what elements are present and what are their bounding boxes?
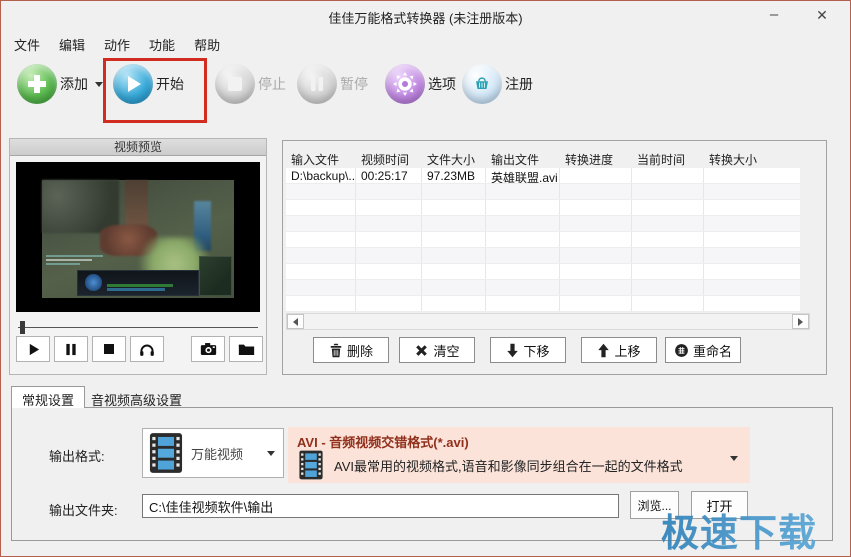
- menu-help[interactable]: 帮助: [191, 33, 223, 56]
- rename-label: 重命名: [692, 343, 732, 359]
- pause-label: 暂停: [340, 76, 368, 92]
- cell-progress: [560, 168, 632, 183]
- table-row[interactable]: D:\backup\... 00:25:17 97.23MB 英雄联盟.avi: [286, 168, 800, 184]
- empty-row: [286, 184, 800, 200]
- cell-output-file: 英雄联盟.avi: [486, 168, 560, 183]
- rename-button[interactable]: 重命名: [665, 337, 741, 363]
- basket-icon: [462, 64, 502, 104]
- game-frame: [42, 180, 234, 298]
- horizontal-scrollbar[interactable]: [286, 313, 810, 330]
- empty-row: [286, 200, 800, 216]
- format-category-dropdown[interactable]: 万能视频: [142, 428, 284, 478]
- output-folder-label: 输出文件夹:: [49, 503, 118, 518]
- preview-pause-button[interactable]: [54, 336, 88, 362]
- clear-label: 清空: [433, 343, 460, 359]
- add-button[interactable]: 添加: [17, 64, 103, 104]
- queue-table-body: D:\backup\... 00:25:17 97.23MB 英雄联盟.avi: [286, 168, 800, 312]
- empty-row: [286, 248, 800, 264]
- chevron-down-icon: [730, 456, 738, 461]
- menu-file[interactable]: 文件: [11, 33, 43, 56]
- register-button[interactable]: 注册: [462, 64, 533, 104]
- film-icon: [149, 433, 183, 473]
- menu-function[interactable]: 功能: [146, 33, 178, 56]
- options-button[interactable]: 选项: [385, 64, 456, 104]
- video-preview-title: 视频预览: [10, 139, 266, 156]
- chevron-down-icon: [267, 450, 275, 456]
- add-icon: [17, 64, 57, 104]
- format-category-value: 万能视频: [191, 446, 244, 462]
- preview-stop-button[interactable]: [92, 336, 126, 362]
- start-label: 开始: [156, 76, 184, 92]
- delete-button[interactable]: 删除: [313, 337, 389, 363]
- window-title: 佳佳万能格式转换器 (未注册版本): [328, 11, 523, 26]
- cell-converted-size: [704, 168, 800, 183]
- output-format-label: 输出格式:: [49, 449, 105, 464]
- menu-edit[interactable]: 编辑: [56, 33, 88, 56]
- minimize-icon[interactable]: –: [758, 3, 790, 27]
- format-detail-dropdown[interactable]: AVI - 音频视频交错格式(*.avi) AVI最常用的视频格式,语音和影像同…: [288, 427, 750, 483]
- minimap: [199, 255, 233, 296]
- video-preview-panel: 视频预览: [9, 138, 267, 375]
- move-down-label: 下移: [523, 343, 550, 359]
- app-window: 佳佳万能格式转换器 (未注册版本) – ✕ 文件 编辑 动作 功能 帮助 添加 …: [0, 0, 851, 557]
- browse-button[interactable]: 浏览...: [630, 491, 679, 519]
- stop-icon: [215, 64, 255, 104]
- rename-icon: [675, 343, 688, 357]
- stop-button[interactable]: 停止: [215, 64, 286, 104]
- move-down-button[interactable]: 下移: [490, 337, 566, 363]
- gear-icon: [385, 64, 425, 104]
- pause-icon: [297, 64, 337, 104]
- cell-input-file: D:\backup\...: [286, 168, 356, 183]
- empty-row: [286, 232, 800, 248]
- add-label: 添加: [60, 76, 88, 92]
- move-up-button[interactable]: 上移: [581, 337, 657, 363]
- x-icon: [416, 344, 428, 356]
- video-thumbnail: [16, 162, 260, 312]
- close-icon[interactable]: ✕: [806, 3, 838, 27]
- empty-row: [286, 264, 800, 280]
- format-title: AVI - 音频视频交错格式(*.avi): [297, 435, 469, 450]
- options-label: 选项: [428, 76, 456, 92]
- register-label: 注册: [505, 76, 533, 92]
- seek-slider[interactable]: [18, 321, 258, 334]
- conversion-queue-panel: 输入文件 视频时间 文件大小 输出文件 转换进度 当前时间 转换大小 D:\ba…: [282, 140, 827, 375]
- film-icon-small: [299, 450, 323, 480]
- audio-headphones-button[interactable]: [130, 336, 164, 362]
- menu-action[interactable]: 动作: [101, 33, 133, 56]
- empty-row: [286, 296, 800, 312]
- general-settings-panel: 输出格式: 万能视频 AVI - 音频视频交错格式(*.avi) AVI最常用的…: [11, 407, 833, 541]
- clear-button[interactable]: 清空: [399, 337, 475, 363]
- menu-bar: 文件 编辑 动作 功能 帮助: [11, 33, 223, 56]
- format-description: AVI最常用的视频格式,语音和影像同步组合在一起的文件格式: [334, 459, 683, 474]
- delete-label: 删除: [346, 343, 373, 359]
- trash-icon: [330, 343, 342, 357]
- scroll-right-icon[interactable]: [792, 314, 809, 329]
- seek-slider-thumb[interactable]: [20, 321, 25, 334]
- preview-play-button[interactable]: [16, 336, 50, 362]
- empty-row: [286, 280, 800, 296]
- tab-general-settings[interactable]: 常规设置: [11, 386, 86, 408]
- open-button[interactable]: 打开: [691, 491, 748, 519]
- start-button[interactable]: 开始: [113, 64, 184, 104]
- tab-advanced-settings[interactable]: 音视频高级设置: [81, 387, 192, 409]
- arrow-up-icon: [598, 343, 610, 357]
- snapshot-camera-button[interactable]: [191, 336, 225, 362]
- stop-label: 停止: [258, 76, 286, 92]
- title-bar: 佳佳万能格式转换器 (未注册版本) – ✕: [1, 1, 850, 31]
- play-icon: [113, 64, 153, 104]
- cell-current-time: [632, 168, 704, 183]
- open-folder-button[interactable]: [229, 336, 263, 362]
- arrow-down-icon: [507, 343, 519, 357]
- output-folder-input[interactable]: [142, 494, 619, 518]
- cell-duration: 00:25:17: [356, 168, 422, 183]
- move-up-label: 上移: [614, 343, 641, 359]
- empty-row: [286, 216, 800, 232]
- scroll-left-icon[interactable]: [287, 314, 304, 329]
- cell-file-size: 97.23MB: [422, 168, 486, 183]
- pause-button[interactable]: 暂停: [297, 64, 368, 104]
- add-dropdown-icon[interactable]: [95, 81, 103, 87]
